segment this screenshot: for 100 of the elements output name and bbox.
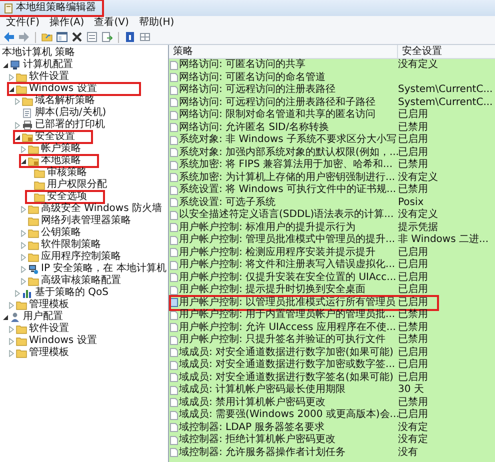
policy-setting: 已启用 [397, 134, 428, 146]
menu-item[interactable]: 查看(V) [94, 17, 129, 29]
tree-arrow-icon[interactable] [14, 134, 21, 140]
folder-icon [16, 84, 27, 94]
policy-setting: System\CurrentC... [397, 96, 493, 108]
policy-setting: 已启用 [397, 109, 428, 122]
window-title: 本地组策略编辑器 [16, 2, 96, 14]
policy-name[interactable]: 系统对象: 非 Windows 子系统不要求区分大小写 [179, 134, 396, 146]
column-header[interactable]: 策略 [169, 45, 397, 58]
folder-icon [16, 324, 27, 334]
tree-item[interactable]: 高级安全 Windows 防火墙 [41, 203, 162, 215]
tree-item[interactable]: 软件设置 [29, 323, 69, 335]
policy-name[interactable]: 网络访问: 可远程访问的注册表路径 [179, 84, 396, 96]
folder-icon[interactable] [41, 31, 53, 43]
tree-item[interactable]: 高级审核策略配置 [41, 275, 121, 287]
policy-name[interactable]: 域控制器: 允许服务器操作者计划任务 [179, 446, 396, 459]
policy-name[interactable]: 用户帐户控制: 只提升签名并验证的可执行文件 [179, 334, 396, 346]
computer-network-icon [28, 264, 39, 274]
policy-name[interactable]: 系统设置: 可选子系统 [179, 196, 396, 209]
policy-name[interactable]: 用户帐户控制: 允许 UIAccess 应用程序在不使... [179, 322, 396, 334]
tree-item[interactable]: 域名解析策略 [35, 95, 95, 107]
policy-name[interactable]: 网络访问: 可匿名访问的命名管道 [179, 72, 396, 84]
policy-setting: 没有定义 [397, 209, 438, 222]
policy-name[interactable]: 以安全描述符定义语言(SDDL)语法表示的计算... [179, 209, 396, 222]
menu-item[interactable]: 操作(A) [50, 17, 84, 29]
column-header[interactable]: 安全设置 [397, 45, 495, 58]
tree-item[interactable]: 脚本(启动/关机) [35, 107, 106, 119]
tree-arrow-icon[interactable] [2, 62, 9, 68]
tree-item[interactable]: 用户权限分配 [47, 179, 107, 191]
app-icon [4, 2, 13, 14]
policy-name[interactable]: 域控制器: 拒绝计算机帐户密码更改 [179, 434, 396, 446]
policy-name[interactable]: 域成员: 计算机帐户密码最长使用期限 [179, 384, 396, 396]
policy-setting: 已启用 [397, 296, 428, 308]
tree-root-label[interactable]: 本地计算机 策略 [0, 47, 168, 59]
tree-item[interactable]: 管理模板 [29, 347, 69, 359]
policy-name[interactable]: 系统加密: 将 FIPS 兼容算法用于加密、哈希和... [179, 159, 396, 172]
policy-setting: 没有 [397, 446, 418, 459]
menu-item[interactable]: 帮助(H) [138, 17, 174, 29]
policy-name[interactable]: 域成员: 对安全通道数据进行数字加密(如果可能) [179, 346, 396, 359]
tree-item[interactable]: 管理模板 [29, 299, 69, 311]
tree-item[interactable]: 网络列表管理器策略 [41, 215, 131, 227]
back-arrow-icon[interactable] [3, 31, 15, 43]
folder-icon [28, 252, 39, 262]
tree-item[interactable]: 用户配置 [23, 311, 63, 323]
tree-item[interactable]: 审核策略 [47, 167, 87, 179]
policy-name[interactable]: 用户帐户控制: 以管理员批准模式运行所有管理员 [179, 296, 396, 309]
menu-item[interactable]: 文件(F) [6, 17, 40, 29]
tree-item[interactable]: 公钥策略 [41, 227, 81, 239]
tree-item[interactable]: Windows 设置 [29, 335, 97, 347]
tree-item[interactable]: IP 安全策略，在 本地计算机 [41, 263, 166, 275]
policy-setting: 30 天 [397, 384, 424, 396]
tree-item[interactable]: 软件限制策略 [41, 239, 101, 251]
folder-icon [28, 240, 39, 250]
folder-with-lock-icon [22, 132, 33, 142]
policy-name[interactable]: 域成员: 对安全通道数据进行数字签名(如果可能) [179, 372, 396, 384]
policy-setting: 已启用 [397, 372, 428, 384]
policy-name[interactable]: 用户帐户控制: 仅提升安装在安全位置的 UIAcc... [179, 272, 396, 284]
tree-item[interactable]: 计算机配置 [23, 59, 73, 71]
tree-item[interactable]: 软件设置 [29, 71, 69, 83]
tree-arrow-icon[interactable] [2, 314, 9, 320]
policy-name[interactable]: 网络访问: 可远程访问的注册表路径和子路径 [179, 96, 396, 109]
policy-name[interactable]: 域成员: 禁用计算机帐户密码更改 [179, 396, 396, 409]
tree-arrow-icon[interactable] [8, 86, 15, 92]
tree-item[interactable]: 帐户策略 [41, 143, 81, 155]
policy-name[interactable]: 用户帐户控制: 将文件和注册表写入错误虚拟化... [179, 259, 396, 272]
tree-item[interactable]: 已部署的打印机 [35, 119, 105, 131]
policy-setting: 没有定义 [397, 172, 438, 184]
printer-icon [22, 120, 33, 130]
help-book-icon[interactable] [124, 31, 136, 43]
policy-setting: 提示凭据 [397, 222, 438, 234]
policy-name[interactable]: 网络访问: 限制对命名管道和共享的匿名访问 [179, 109, 396, 122]
policy-name[interactable]: 系统对象: 加强内部系统对象的默认权限(例如，... [179, 146, 396, 159]
folder-icon [16, 348, 27, 358]
policy-name[interactable]: 域成员: 对安全通道数据进行数字加密或数字签... [179, 359, 396, 372]
policy-name[interactable]: 用户帐户控制: 标准用户的提升提示行为 [179, 222, 396, 234]
policy-name[interactable]: 用户帐户控制: 提示提升时切换到安全桌面 [179, 284, 396, 296]
policy-setting: 已启用 [397, 284, 428, 296]
forward-arrow-icon[interactable] [18, 31, 30, 43]
policy-name[interactable]: 用户帐户控制: 用于内置管理员帐户的管理员批... [179, 309, 396, 322]
policy-name[interactable]: 系统加密: 为计算机上存储的用户密钥强制进行... [179, 172, 396, 184]
tree-item[interactable]: 基于策略的 QoS [35, 287, 109, 299]
policy-name[interactable]: 用户帐户控制: 检测应用程序安装并提示提升 [179, 246, 396, 259]
tree-item[interactable]: 应用程序控制策略 [41, 251, 121, 263]
policy-name[interactable]: 用户帐户控制: 管理员批准模式中管理员的提升... [179, 234, 396, 246]
script-icon [22, 108, 33, 118]
tree-arrow-icon[interactable] [20, 158, 27, 164]
folder-icon [16, 300, 27, 310]
grid-view-icon[interactable] [139, 31, 151, 43]
policy-setting: 非 Windows 二进... [397, 234, 489, 246]
export-list-icon[interactable] [101, 31, 113, 43]
policy-name[interactable]: 网络访问: 可匿名访问的共享 [179, 59, 396, 72]
policy-name[interactable]: 域成员: 需要强(Windows 2000 或更高版本)会... [179, 409, 396, 422]
policy-setting: 已禁用 [397, 334, 428, 346]
folder-icon [16, 72, 27, 82]
console-tree-icon[interactable] [56, 31, 68, 43]
policy-name[interactable]: 域控制器: LDAP 服务器签名要求 [179, 422, 396, 434]
computer-icon [10, 60, 21, 70]
policy-name[interactable]: 系统设置: 将 Windows 可执行文件中的证书规... [179, 184, 396, 196]
policy-name[interactable]: 网络访问: 允许匿名 SID/名称转换 [179, 122, 396, 134]
delete-icon[interactable] [71, 31, 83, 43]
